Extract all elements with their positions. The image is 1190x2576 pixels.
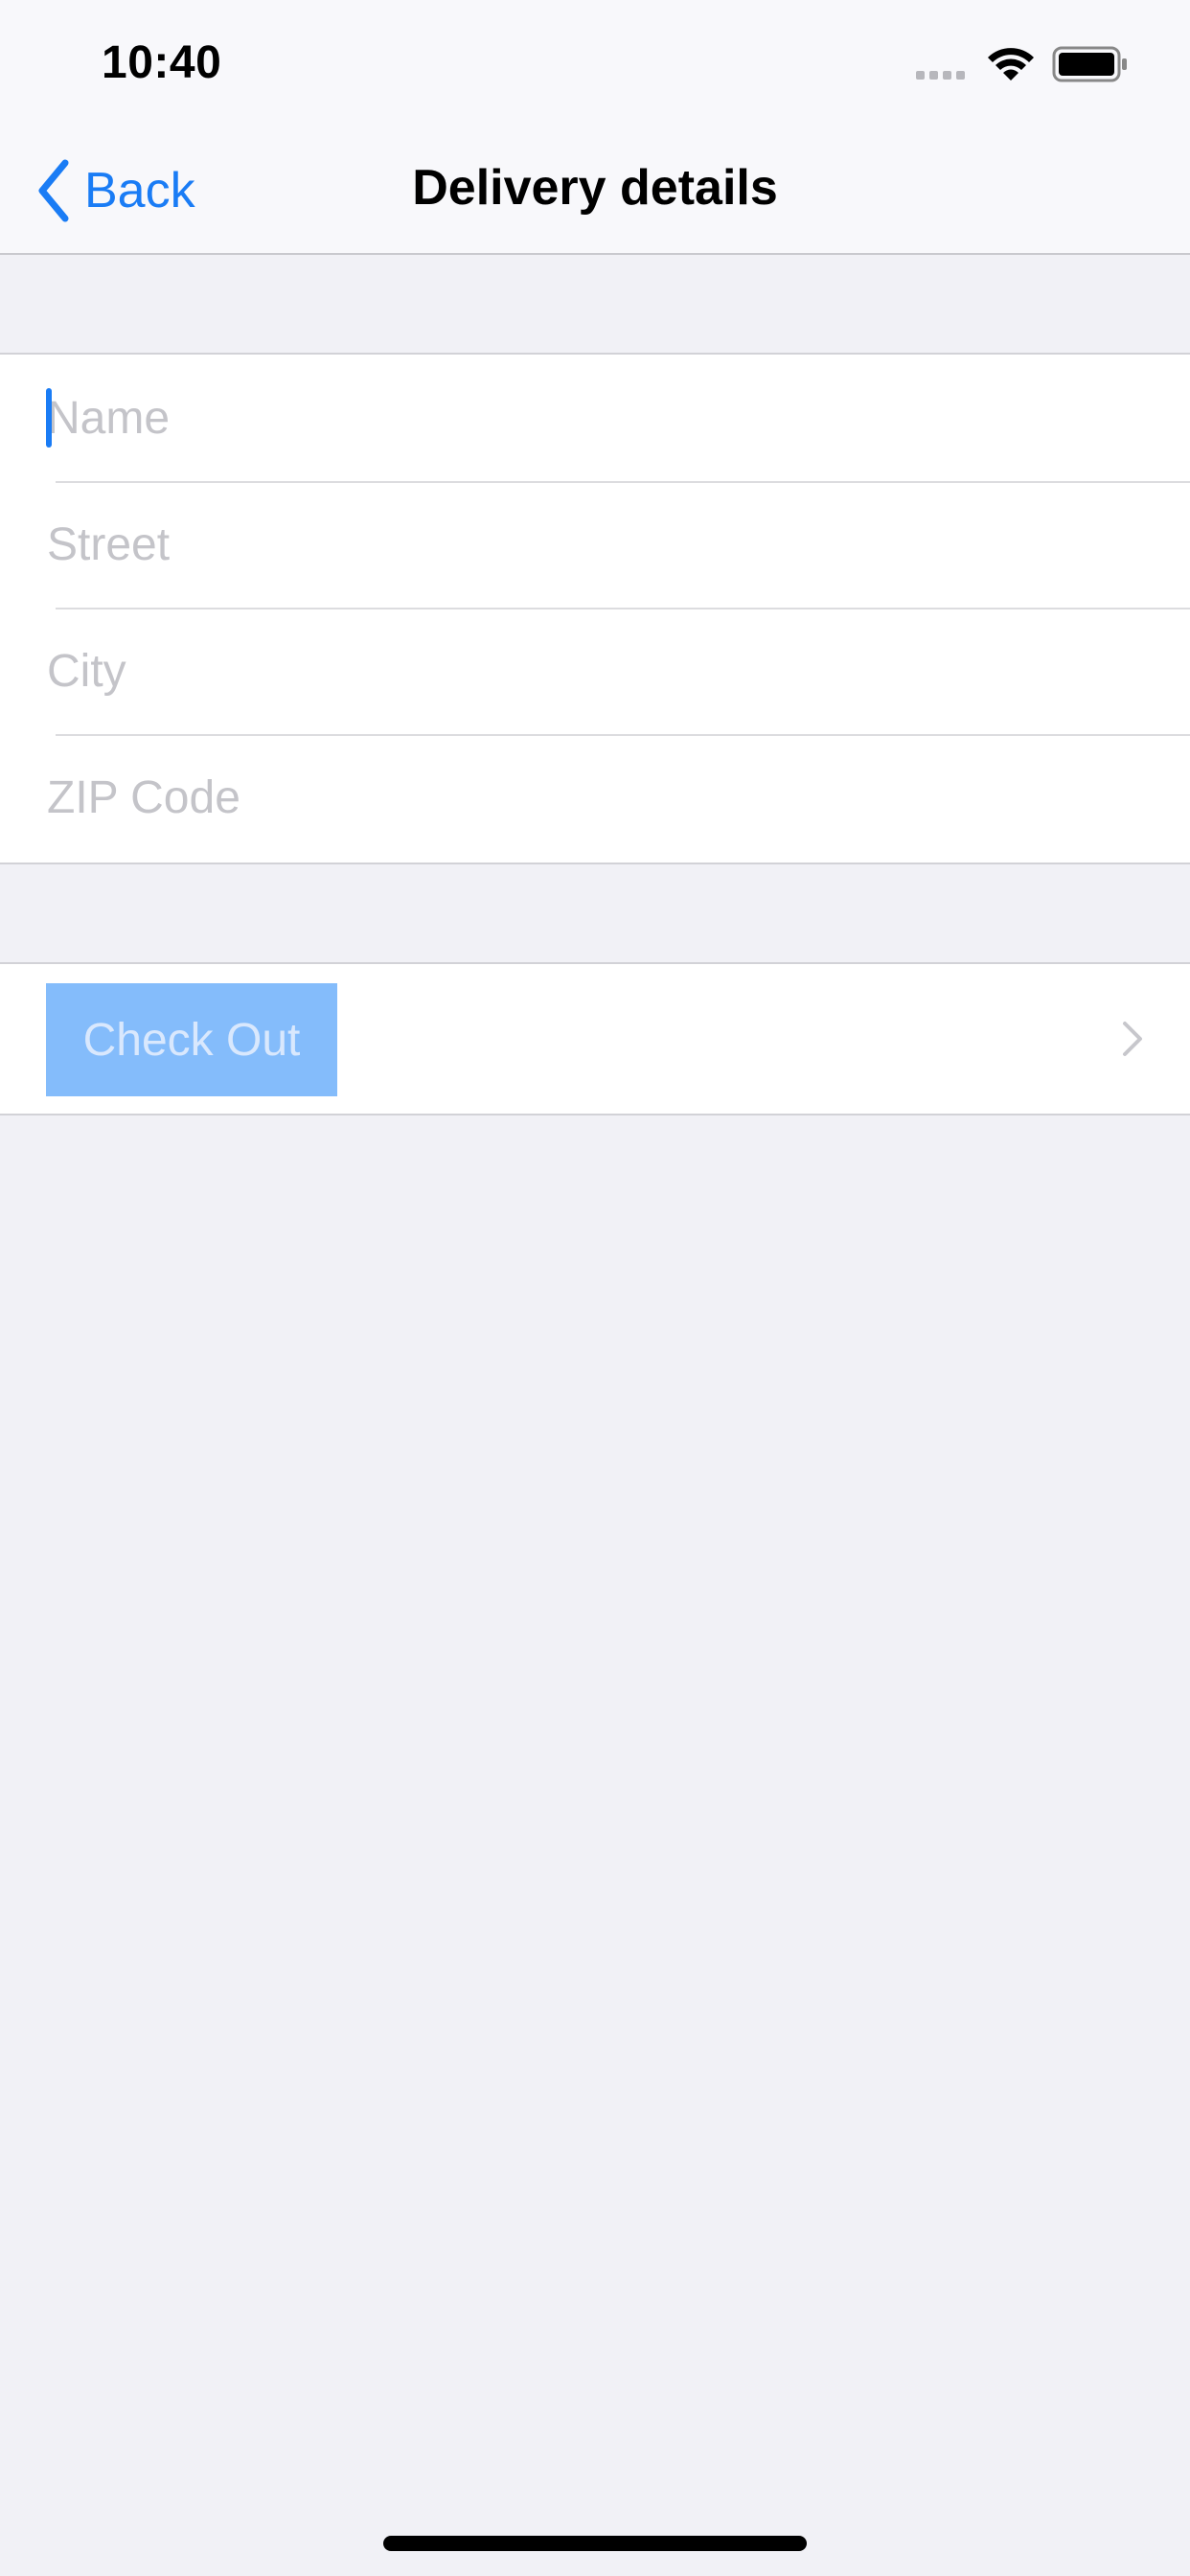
wifi-icon xyxy=(988,48,1034,80)
zip-code-field[interactable]: ZIP Code xyxy=(0,734,1190,861)
status-time: 10:40 xyxy=(102,37,222,88)
street-field[interactable]: Street xyxy=(0,481,1190,608)
city-field[interactable]: City xyxy=(0,608,1190,734)
text-caret xyxy=(46,388,52,448)
checkout-row[interactable]: Check Out xyxy=(0,962,1190,1116)
check-out-button[interactable]: Check Out xyxy=(46,983,337,1096)
delivery-form: Name Street City ZIP Code xyxy=(0,353,1190,864)
city-field-placeholder: City xyxy=(47,645,126,697)
battery-icon xyxy=(1052,46,1127,82)
zip-code-field-placeholder: ZIP Code xyxy=(47,771,240,823)
name-field-placeholder: Name xyxy=(47,392,171,444)
chevron-right-icon xyxy=(1123,1022,1142,1056)
cellular-signal-icon xyxy=(916,71,965,80)
name-field[interactable]: Name xyxy=(0,355,1190,481)
street-field-placeholder: Street xyxy=(47,518,171,570)
navigation-bar: 10:40 Back Delivery details xyxy=(0,0,1190,255)
home-indicator[interactable] xyxy=(383,2536,807,2551)
screen: 10:40 Back Delivery details Name Street … xyxy=(0,0,1190,2576)
page-title: Delivery details xyxy=(412,160,778,216)
